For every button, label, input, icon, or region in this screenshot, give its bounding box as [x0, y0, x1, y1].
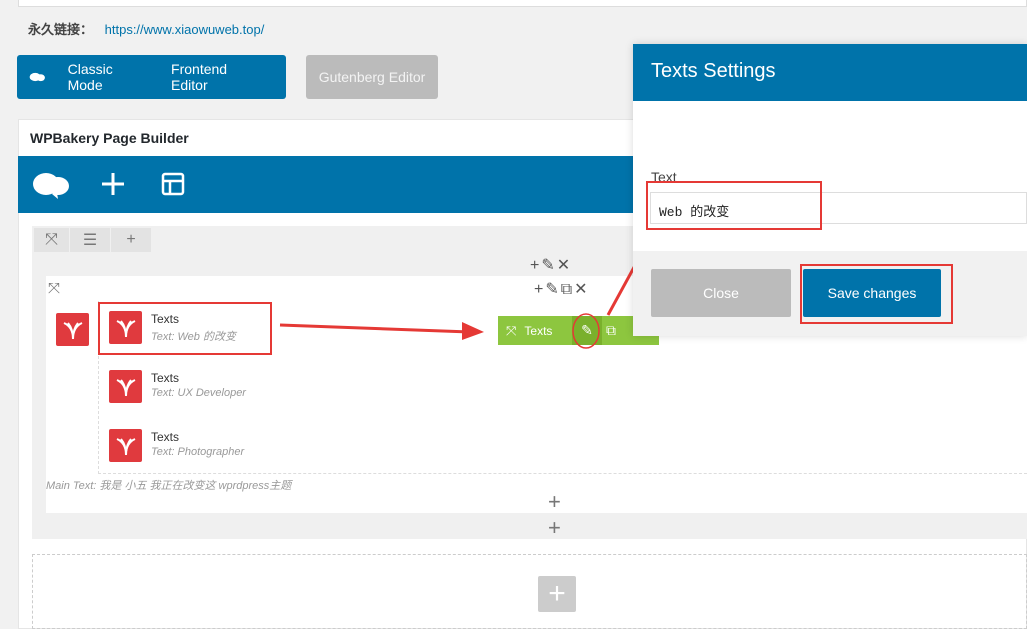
modal-title: Texts Settings	[633, 44, 1027, 101]
highlight-save-box	[800, 264, 953, 324]
highlight-input-box	[646, 181, 822, 230]
close-button[interactable]: Close	[651, 269, 791, 317]
